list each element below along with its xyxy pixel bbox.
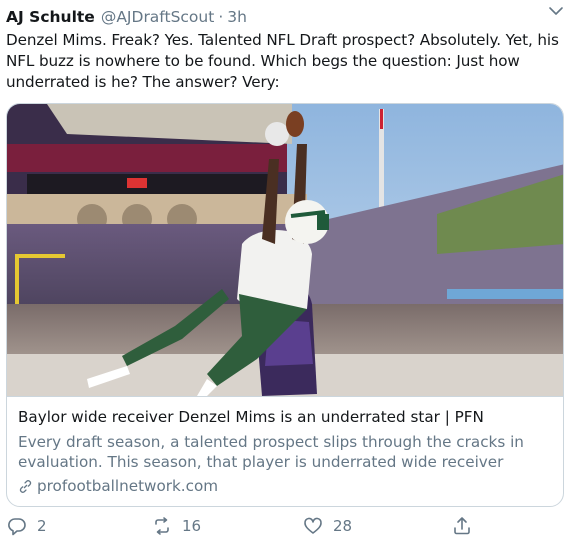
author-display-name[interactable]: AJ Schulte bbox=[6, 8, 95, 26]
author-handle[interactable]: @AJDraftScout bbox=[101, 8, 215, 26]
card-title[interactable]: Baylor wide receiver Denzel Mims is an u… bbox=[18, 407, 554, 427]
tweet-timestamp[interactable]: 3h bbox=[227, 8, 247, 26]
reply-button[interactable]: 2 bbox=[7, 516, 47, 536]
retweet-button[interactable]: 16 bbox=[152, 516, 201, 536]
tweet-text: Denzel Mims. Freak? Yes. Talented NFL Dr… bbox=[6, 31, 559, 91]
link-preview-card[interactable]: Baylor wide receiver Denzel Mims is an u… bbox=[6, 103, 564, 507]
heart-icon bbox=[304, 517, 322, 534]
card-body[interactable]: Baylor wide receiver Denzel Mims is an u… bbox=[7, 396, 563, 506]
share-icon bbox=[454, 517, 470, 535]
retweet-count: 16 bbox=[182, 517, 202, 535]
share-button[interactable] bbox=[452, 516, 482, 536]
reply-icon bbox=[8, 518, 26, 536]
like-count: 28 bbox=[333, 517, 353, 535]
chevron-down-icon[interactable] bbox=[548, 3, 564, 19]
card-description: Every draft season, a talented prospect … bbox=[18, 433, 524, 471]
tweet-header: AJ Schulte @AJDraftScout · 3h bbox=[6, 6, 564, 28]
link-icon bbox=[19, 479, 32, 493]
tweet-actions: 2 16 28 bbox=[0, 516, 570, 544]
card-image[interactable] bbox=[7, 104, 564, 396]
separator-dot: · bbox=[218, 8, 224, 26]
reply-count: 2 bbox=[37, 517, 47, 535]
card-source[interactable]: profootballnetwork.com bbox=[18, 476, 554, 496]
card-domain[interactable]: profootballnetwork.com bbox=[37, 476, 218, 496]
like-button[interactable]: 28 bbox=[303, 516, 352, 536]
retweet-icon bbox=[155, 517, 169, 535]
